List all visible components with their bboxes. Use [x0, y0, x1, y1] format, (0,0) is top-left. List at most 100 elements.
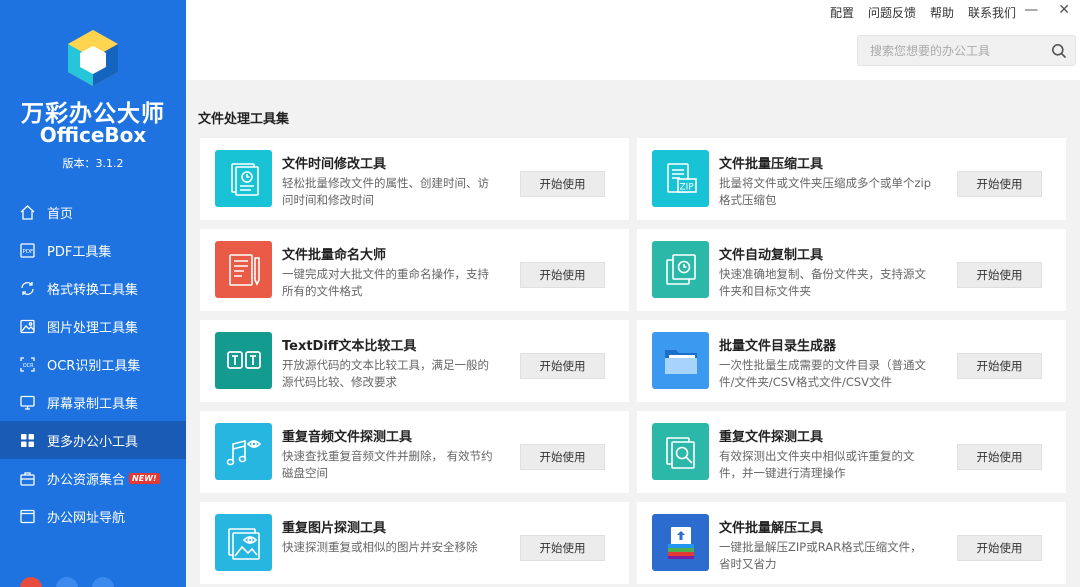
start-button[interactable]: 开始使用	[520, 262, 605, 288]
start-button[interactable]: 开始使用	[957, 353, 1042, 379]
pdf-icon: PDF	[19, 242, 36, 259]
bottom-shortcuts	[20, 577, 114, 587]
convert-icon	[19, 280, 36, 297]
tool-card-file-time[interactable]: 文件时间修改工具 轻松批量修改文件的属性、创建时间、访问时间和修改时间 开始使用	[200, 138, 629, 220]
tool-card-duplicate-image[interactable]: 重复图片探测工具 快速探测重复或相似的图片并安全移除 开始使用	[200, 502, 629, 584]
folder-icon	[652, 332, 709, 389]
start-button[interactable]: 开始使用	[957, 262, 1042, 288]
nav-item-office-resources[interactable]: 办公资源集合 NEW!	[0, 459, 186, 497]
contact-link[interactable]: 联系我们	[968, 4, 1016, 21]
home-icon	[19, 204, 36, 221]
briefcase-icon	[19, 470, 36, 487]
start-button[interactable]: 开始使用	[520, 444, 605, 470]
card-desc: 一键完成对大批文件的重命名操作，支持所有的文件格式	[282, 267, 489, 298]
tool-card-batch-compress[interactable]: ZIP 文件批量压缩工具 批量将文件或文件夹压缩成多个或单个zip格式压缩包 开…	[637, 138, 1066, 220]
start-button[interactable]: 开始使用	[520, 353, 605, 379]
card-desc: 开放源代码的文本比较工具，满足一般的源代码比较、修改要求	[282, 358, 489, 389]
nav-label: 首页	[47, 206, 74, 222]
tool-card-directory-generator[interactable]: 批量文件目录生成器 一次性批量生成需要的文件目录（普通文件/文件夹/CSV格式文…	[637, 320, 1066, 402]
file-pen-icon	[215, 241, 272, 298]
nav-label: 图片处理工具集	[47, 320, 139, 336]
card-title: 文件批量压缩工具	[719, 157, 824, 172]
card-title: 文件时间修改工具	[282, 157, 387, 172]
sidebar: 万彩办公大师 OfficeBox 版本：3.1.2 首页 PDF PDF工具集 …	[0, 0, 186, 587]
top-links: 配置 问题反馈 帮助 联系我们	[830, 4, 1016, 21]
tool-card-batch-rename[interactable]: 文件批量命名大师 一键完成对大批文件的重命名操作，支持所有的文件格式 开始使用	[200, 229, 629, 311]
tool-card-duplicate-file[interactable]: 重复文件探测工具 有效探测出文件夹中相似或许重复的文件，并一键进行清理操作 开始…	[637, 411, 1066, 493]
card-title: 重复图片探测工具	[282, 521, 387, 536]
nav-label: 更多办公小工具	[47, 434, 139, 450]
shortcut-icon[interactable]	[56, 577, 78, 587]
search-box	[857, 35, 1076, 66]
card-desc: 一次性批量生成需要的文件目录（普通文件/文件夹/CSV格式文件/CSV文件	[719, 358, 926, 389]
section-title: 文件处理工具集	[198, 112, 290, 127]
app-logo-icon	[68, 30, 118, 86]
tool-card-textdiff[interactable]: TextDiff文本比较工具 开放源代码的文本比较工具，满足一般的源代码比较、修…	[200, 320, 629, 402]
tool-card-duplicate-audio[interactable]: 重复音频文件探测工具 快速查找重复音频文件并删除， 有效节约磁盘空间 开始使用	[200, 411, 629, 493]
settings-link[interactable]: 配置	[830, 4, 854, 21]
notification-icon[interactable]	[20, 577, 42, 587]
tool-card-batch-extract[interactable]: 文件批量解压工具 一键批量解压ZIP或RAR格式压缩文件，省时又省力 开始使用	[637, 502, 1066, 584]
card-title: 重复文件探测工具	[719, 430, 824, 445]
nav-item-screen-record[interactable]: 屏幕录制工具集	[0, 383, 186, 421]
nav-item-web-navigation[interactable]: 办公网址导航	[0, 497, 186, 535]
svg-text:PDF: PDF	[23, 249, 34, 255]
feedback-link[interactable]: 问题反馈	[868, 4, 916, 21]
nav-label: 办公网址导航	[47, 510, 126, 526]
app-version: 版本：3.1.2	[62, 157, 124, 170]
nav-label: 格式转换工具集	[47, 282, 139, 298]
tool-card-auto-copy[interactable]: 文件自动复制工具 快速准确地复制、备份文件夹，支持源文件夹和目标文件夹 开始使用	[637, 229, 1066, 311]
card-title: 重复音频文件探测工具	[282, 430, 413, 445]
card-desc: 一键批量解压ZIP或RAR格式压缩文件，省时又省力	[719, 540, 922, 571]
start-button[interactable]: 开始使用	[957, 444, 1042, 470]
svg-text:ZIP: ZIP	[679, 182, 694, 192]
topbar: 配置 问题反馈 帮助 联系我们 — ✕	[186, 0, 1080, 80]
start-button[interactable]: 开始使用	[957, 535, 1042, 561]
grid-icon	[19, 432, 36, 449]
sidebar-nav: 首页 PDF PDF工具集 格式转换工具集 图片处理工具集 OCR OCR识别工…	[0, 193, 186, 535]
music-eye-icon	[215, 423, 272, 480]
text-compare-icon	[215, 332, 272, 389]
new-badge: NEW!	[129, 472, 160, 484]
card-title: 批量文件目录生成器	[719, 339, 837, 354]
start-button[interactable]: 开始使用	[520, 535, 605, 561]
copy-clock-icon	[652, 241, 709, 298]
nav-label: 屏幕录制工具集	[47, 396, 139, 412]
start-button[interactable]: 开始使用	[520, 171, 605, 197]
file-search-icon	[652, 423, 709, 480]
nav-item-image[interactable]: 图片处理工具集	[0, 307, 186, 345]
card-desc: 有效探测出文件夹中相似或许重复的文件，并一键进行清理操作	[719, 449, 915, 480]
ocr-icon: OCR	[19, 356, 36, 373]
card-desc: 快速查找重复音频文件并删除， 有效节约磁盘空间	[282, 449, 493, 480]
card-title: 文件批量命名大师	[282, 248, 387, 263]
image-icon	[19, 318, 36, 335]
svg-text:OCR: OCR	[23, 363, 34, 369]
archive-icon	[652, 514, 709, 571]
start-button[interactable]: 开始使用	[957, 171, 1042, 197]
window-controls: — ✕	[1024, 2, 1070, 18]
nav-label: OCR识别工具集	[47, 358, 141, 374]
nav-item-ocr[interactable]: OCR OCR识别工具集	[0, 345, 186, 383]
zip-file-icon: ZIP	[652, 150, 709, 207]
card-desc: 快速探测重复或相似的图片并安全移除	[282, 540, 478, 554]
monitor-icon	[19, 394, 36, 411]
nav-item-convert[interactable]: 格式转换工具集	[0, 269, 186, 307]
nav-label: PDF工具集	[47, 244, 112, 260]
help-link[interactable]: 帮助	[930, 4, 954, 21]
file-clock-icon	[215, 150, 272, 207]
image-eye-icon	[215, 514, 272, 571]
search-icon[interactable]	[1051, 43, 1067, 59]
nav-item-pdf[interactable]: PDF PDF工具集	[0, 231, 186, 269]
card-desc: 快速准确地复制、备份文件夹，支持源文件夹和目标文件夹	[719, 267, 926, 298]
card-title: TextDiff文本比较工具	[282, 339, 417, 354]
app-subtitle: OfficeBox	[39, 123, 147, 147]
nav-item-more-tools[interactable]: 更多办公小工具	[0, 421, 186, 459]
nav-item-home[interactable]: 首页	[0, 193, 186, 231]
close-icon[interactable]: ✕	[1058, 2, 1070, 18]
shortcut-icon[interactable]	[92, 577, 114, 587]
card-title: 文件批量解压工具	[719, 521, 824, 536]
minimize-icon[interactable]: —	[1024, 2, 1038, 18]
card-desc: 批量将文件或文件夹压缩成多个或单个zip格式压缩包	[719, 176, 932, 207]
browser-icon	[19, 508, 36, 525]
search-input[interactable]	[858, 36, 1043, 65]
